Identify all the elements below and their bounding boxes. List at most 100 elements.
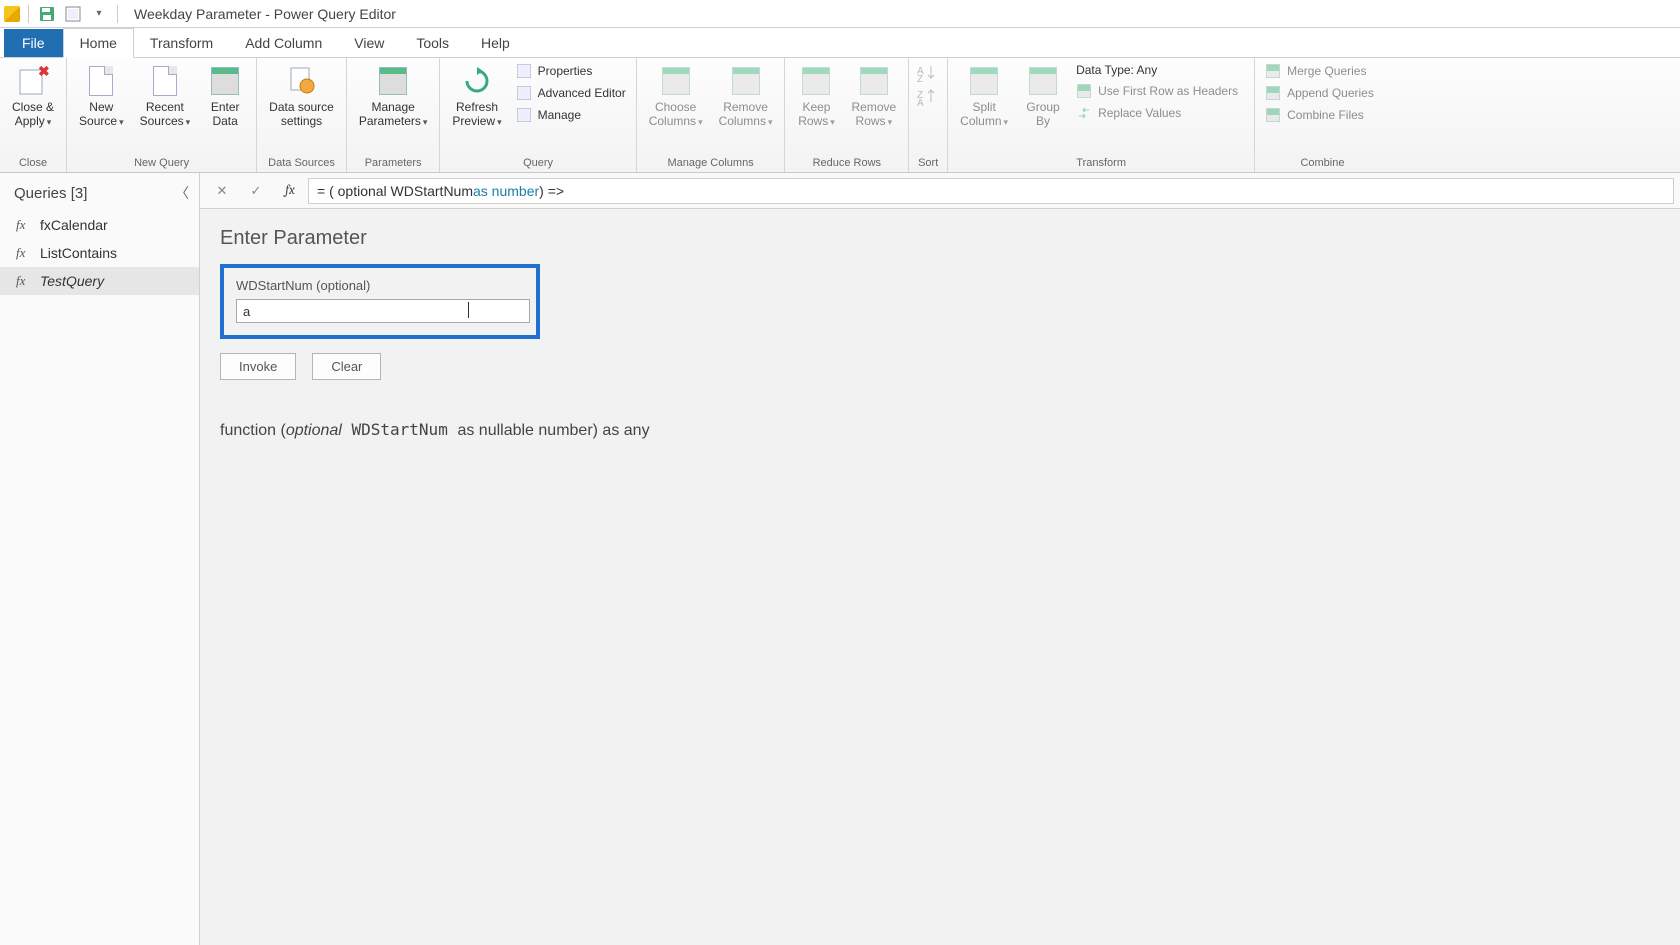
group-combine-label: Combine bbox=[1263, 155, 1382, 170]
data-type-button[interactable]: Data Type: Any bbox=[1074, 62, 1165, 78]
new-source-button[interactable]: New Source bbox=[75, 62, 128, 131]
manage-query-button[interactable]: Manage bbox=[514, 106, 591, 124]
group-data-sources: Data source settings Data Sources bbox=[257, 58, 347, 172]
manage-parameters-button[interactable]: Manage Parameters bbox=[355, 62, 432, 131]
remove-rows-button[interactable]: Remove Rows bbox=[847, 62, 900, 131]
clear-button[interactable]: Clear bbox=[312, 353, 381, 380]
query-item-testquery[interactable]: fx TestQuery bbox=[0, 267, 199, 295]
append-queries-label: Append Queries bbox=[1287, 86, 1374, 100]
formula-bar: ✕ ✓ fx = ( optional WDStartNum as number… bbox=[200, 173, 1680, 209]
content-area: Enter Parameter WDStartNum (optional) In… bbox=[200, 209, 1680, 458]
tab-add-column[interactable]: Add Column bbox=[229, 29, 338, 57]
group-query-label: Query bbox=[448, 155, 627, 170]
group-by-label: Group By bbox=[1026, 100, 1059, 128]
remove-columns-button[interactable]: Remove Columns bbox=[715, 62, 777, 131]
fx-icon: fx bbox=[16, 273, 32, 289]
replace-values-label: Replace Values bbox=[1098, 106, 1181, 120]
fx-formula-icon[interactable]: fx bbox=[274, 177, 306, 205]
undo-icon[interactable] bbox=[63, 4, 83, 24]
fx-icon: fx bbox=[16, 245, 32, 261]
advanced-editor-button[interactable]: Advanced Editor bbox=[514, 84, 628, 102]
keep-rows-button[interactable]: Keep Rows bbox=[793, 62, 839, 131]
choose-columns-label: Choose Columns bbox=[649, 100, 697, 128]
recent-sources-button[interactable]: Recent Sources bbox=[136, 62, 195, 131]
combine-files-label: Combine Files bbox=[1287, 108, 1364, 122]
group-reduce-rows-label: Reduce Rows bbox=[793, 155, 900, 170]
recent-sources-label: Recent Sources bbox=[140, 100, 184, 128]
formula-keyword: as number bbox=[473, 183, 539, 199]
tab-transform[interactable]: Transform bbox=[134, 29, 229, 57]
sig-part2: as nullable number) as any bbox=[457, 422, 649, 439]
merge-queries-button[interactable]: Merge Queries bbox=[1263, 62, 1374, 80]
combine-icon bbox=[1265, 107, 1281, 123]
group-new-query-label: New Query bbox=[75, 155, 248, 170]
tab-view[interactable]: View bbox=[338, 29, 400, 57]
first-row-headers-button[interactable]: Use First Row as Headers bbox=[1074, 82, 1246, 100]
merge-icon bbox=[1265, 63, 1281, 79]
main-area: ✕ ✓ fx = ( optional WDStartNum as number… bbox=[200, 173, 1680, 945]
choose-columns-button[interactable]: Choose Columns bbox=[645, 62, 707, 131]
svg-text:A: A bbox=[917, 98, 924, 106]
query-label: ListContains bbox=[40, 245, 117, 261]
append-queries-button[interactable]: Append Queries bbox=[1263, 84, 1382, 102]
group-query: Refresh Preview Properties Advanced Edit… bbox=[440, 58, 636, 172]
accept-formula-icon[interactable]: ✓ bbox=[240, 177, 272, 205]
refresh-preview-button[interactable]: Refresh Preview bbox=[448, 62, 505, 131]
queries-pane: Queries [3] 〈 fx fxCalendar fx ListConta… bbox=[0, 173, 200, 945]
data-source-settings-button[interactable]: Data source settings bbox=[265, 62, 338, 130]
group-transform: Split Column Group By Data Type: Any Use… bbox=[948, 58, 1255, 172]
qat-dropdown-icon[interactable]: ▾ bbox=[89, 4, 109, 24]
invoke-button[interactable]: Invoke bbox=[220, 353, 296, 380]
group-close: ✖ Close & Apply Close bbox=[0, 58, 67, 172]
tab-home[interactable]: Home bbox=[63, 28, 134, 58]
sig-part1: function ( bbox=[220, 422, 286, 439]
split-column-label: Split Column bbox=[960, 100, 1001, 128]
query-label: fxCalendar bbox=[40, 217, 108, 233]
tab-help[interactable]: Help bbox=[465, 29, 526, 57]
parameter-box: WDStartNum (optional) bbox=[220, 264, 540, 339]
queries-header-label: Queries [3] bbox=[14, 185, 87, 202]
data-source-settings-label: Data source settings bbox=[269, 100, 334, 128]
properties-button[interactable]: Properties bbox=[514, 62, 595, 80]
group-sort-label: Sort bbox=[917, 155, 939, 170]
replace-values-button[interactable]: Replace Values bbox=[1074, 104, 1183, 122]
replace-icon bbox=[1076, 105, 1092, 121]
tab-tools[interactable]: Tools bbox=[400, 29, 465, 57]
qat-separator bbox=[28, 5, 29, 23]
append-icon bbox=[1265, 85, 1281, 101]
group-sort: AZ ZA Sort bbox=[909, 58, 948, 172]
sort-asc-button[interactable]: AZ bbox=[917, 62, 939, 82]
combine-files-button[interactable]: Combine Files bbox=[1263, 106, 1366, 124]
tab-file[interactable]: File bbox=[4, 29, 63, 57]
query-item-listcontains[interactable]: fx ListContains bbox=[0, 239, 199, 267]
function-signature: function (optional WDStartNum as nullabl… bbox=[220, 420, 1660, 440]
menu-bar: File Home Transform Add Column View Tool… bbox=[0, 28, 1680, 58]
enter-data-button[interactable]: Enter Data bbox=[202, 62, 248, 130]
save-icon[interactable] bbox=[37, 4, 57, 24]
formula-input[interactable]: = ( optional WDStartNum as number ) => bbox=[308, 178, 1674, 204]
parameter-input[interactable] bbox=[236, 299, 530, 323]
cancel-formula-icon[interactable]: ✕ bbox=[206, 177, 238, 205]
close-apply-button[interactable]: ✖ Close & Apply bbox=[8, 62, 58, 131]
collapse-queries-icon[interactable]: 〈 bbox=[175, 183, 189, 203]
refresh-preview-label: Refresh Preview bbox=[452, 100, 498, 128]
advanced-editor-label: Advanced Editor bbox=[538, 86, 626, 100]
first-row-headers-label: Use First Row as Headers bbox=[1098, 84, 1238, 98]
query-item-fxcalendar[interactable]: fx fxCalendar bbox=[0, 211, 199, 239]
group-by-button[interactable]: Group By bbox=[1020, 62, 1066, 130]
new-source-label: New Source bbox=[79, 100, 117, 128]
group-new-query: New Source Recent Sources Enter Data New… bbox=[67, 58, 257, 172]
split-column-button[interactable]: Split Column bbox=[956, 62, 1012, 131]
enter-data-label: Enter Data bbox=[211, 100, 240, 128]
manage-parameters-label: Manage Parameters bbox=[359, 100, 421, 128]
svg-text:Z: Z bbox=[917, 74, 923, 82]
data-type-label: Data Type: Any bbox=[1076, 63, 1157, 77]
sig-mono: WDStartNum bbox=[342, 420, 458, 439]
group-transform-label: Transform bbox=[956, 155, 1246, 170]
remove-columns-label: Remove Columns bbox=[719, 100, 768, 128]
sort-desc-button[interactable]: ZA bbox=[917, 86, 939, 106]
manage-query-label: Manage bbox=[538, 108, 581, 122]
properties-icon bbox=[516, 63, 532, 79]
group-data-sources-label: Data Sources bbox=[265, 155, 338, 170]
formula-text-1: = ( optional WDStartNum bbox=[317, 183, 473, 199]
